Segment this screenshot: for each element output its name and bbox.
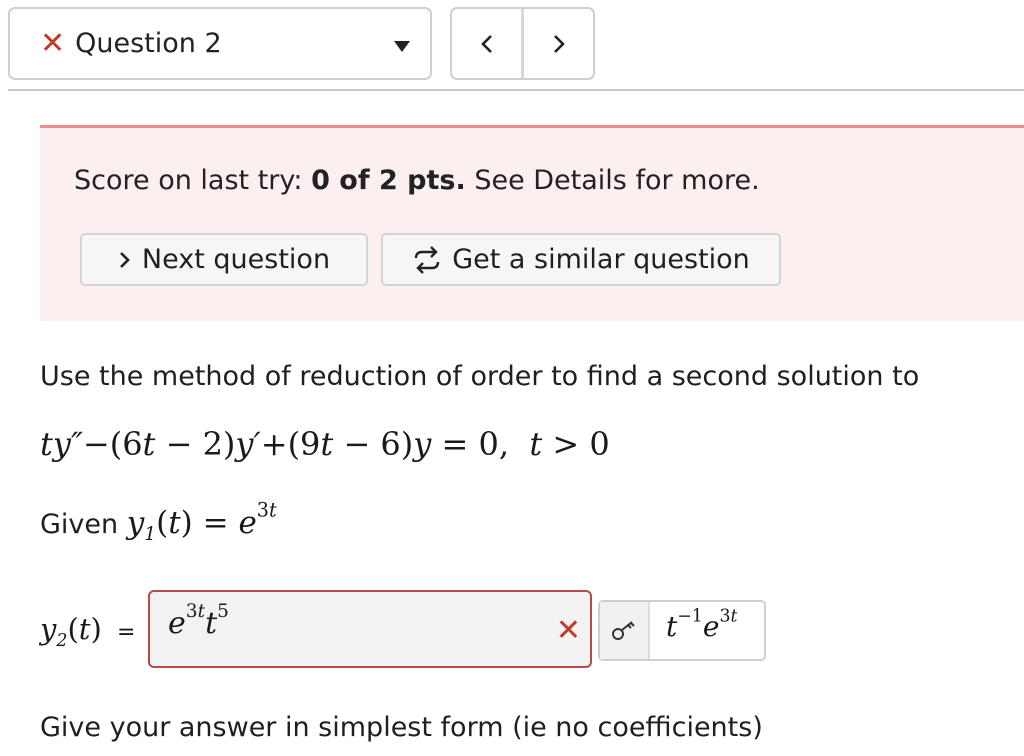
question-label: Question 2 (75, 28, 222, 59)
given-solution: Given y1(t) = e3t (40, 498, 277, 546)
next-question-button[interactable]: Next question (80, 233, 368, 286)
incorrect-icon: ✕ (40, 25, 66, 61)
refresh-arrows-icon (415, 245, 440, 274)
chevron-right-icon (120, 251, 130, 268)
answer-input[interactable]: e3tt5 ✕ (148, 590, 592, 668)
equals-sign: = (117, 620, 136, 645)
correct-answer-value: t−1e3t (666, 606, 738, 643)
similar-question-button[interactable]: Get a similar question (381, 233, 781, 286)
score-suffix: See Details for more. (465, 165, 760, 196)
answer-value: e3tt5 (168, 601, 229, 641)
incorrect-mark-icon: ✕ (555, 613, 581, 648)
problem-prompt: Use the method of reduction of order to … (40, 361, 920, 392)
similar-question-label: Get a similar question (452, 244, 750, 275)
y2-label: y2(t) (40, 612, 102, 651)
answer-key[interactable]: t−1e3t (598, 600, 766, 661)
score-value: 0 of 2 pts. (311, 165, 466, 196)
chevron-left-icon (480, 34, 492, 53)
next-question-arrow-button[interactable] (521, 9, 593, 78)
key-icon (600, 602, 650, 659)
chevron-right-icon (553, 34, 565, 53)
question-selector[interactable]: ✕ Question 2 (8, 7, 432, 80)
score-text: Score on last try: 0 of 2 pts. See Detai… (74, 165, 760, 196)
header-divider (8, 89, 1024, 91)
next-question-label: Next question (141, 244, 331, 275)
given-expression: y1(t) = e3t (126, 498, 277, 546)
caret-down-icon (394, 41, 410, 52)
answer-instruction: Give your answer in simplest form (ie no… (40, 712, 763, 743)
question-navigation (450, 7, 595, 80)
answer-label: y2(t) = (40, 612, 135, 651)
given-label: Given (40, 509, 127, 540)
score-panel: Score on last try: 0 of 2 pts. See Detai… (40, 125, 1024, 321)
previous-question-button[interactable] (452, 9, 521, 78)
differential-equation: ty″−(6t − 2)y′+(9t − 6)y = 0, t > 0 (40, 425, 610, 463)
score-prefix: Score on last try: (74, 165, 312, 196)
